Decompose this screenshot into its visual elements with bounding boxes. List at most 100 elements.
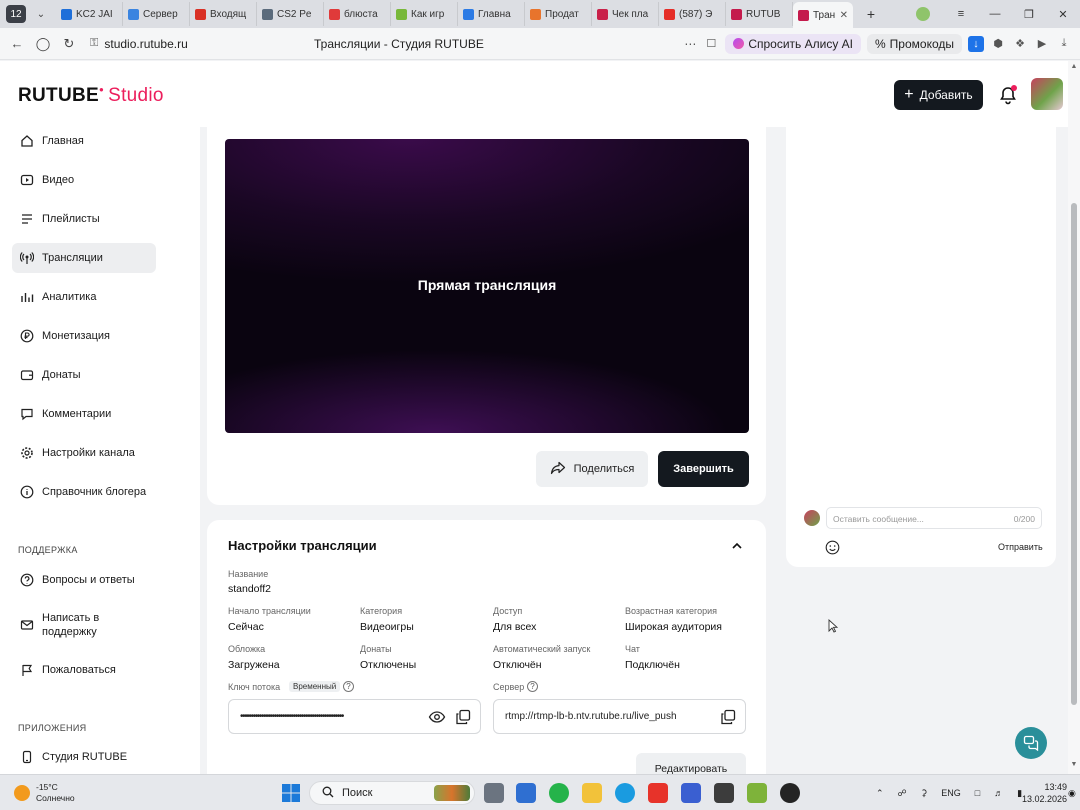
- edge-browser-icon[interactable]: [615, 783, 635, 803]
- support-chat-button[interactable]: [1015, 727, 1047, 759]
- notification-center-icon[interactable]: ◉: [1068, 788, 1076, 799]
- donate-value: Отключены: [360, 659, 417, 671]
- reload-icon[interactable]: ↻: [56, 36, 82, 52]
- sidebar-item-label: Главная: [42, 135, 84, 147]
- scroll-up-icon[interactable]: ▲: [1068, 63, 1080, 70]
- url-field[interactable]: ⚿ studio.rutube.ru: [90, 37, 188, 51]
- eye-icon[interactable]: [428, 709, 446, 725]
- taskbar-clock[interactable]: 13:49 13.02.2026: [1022, 781, 1067, 805]
- chevron-up-icon[interactable]: [730, 539, 744, 553]
- media-extension-icon[interactable]: ▶: [1034, 36, 1050, 52]
- sidebar-item-comments[interactable]: Комментарии: [12, 399, 156, 429]
- sidebar-item-home[interactable]: Главная: [12, 126, 156, 156]
- bookmark-icon[interactable]: ☐: [703, 36, 719, 52]
- volume-icon[interactable]: ♬: [994, 788, 1003, 798]
- profile-icon[interactable]: [916, 7, 930, 21]
- file-explorer-icon[interactable]: [582, 783, 602, 803]
- stream-player[interactable]: Прямая трансляция: [225, 139, 749, 433]
- browser-tab[interactable]: Главна: [458, 2, 525, 26]
- server-url-field[interactable]: rtmp://rtmp-lb-b.ntv.rutube.ru/live_push: [493, 699, 746, 734]
- notifications-bell-icon[interactable]: [998, 85, 1018, 105]
- monitor-icon[interactable]: □: [975, 788, 980, 798]
- scrollbar-thumb[interactable]: [1071, 203, 1077, 705]
- sidebar-item-donations[interactable]: Донаты: [12, 360, 156, 390]
- puzzle-extension-icon[interactable]: ❖: [1012, 36, 1028, 52]
- obs-icon[interactable]: [780, 783, 800, 803]
- sidebar-item-video[interactable]: Видео: [12, 165, 156, 195]
- taskbar-app-green-icon[interactable]: [747, 783, 767, 803]
- ask-alice-button[interactable]: Спросить Алису AI: [725, 33, 861, 54]
- cube-extension-icon[interactable]: ⬢: [990, 36, 1006, 52]
- browser-tab[interactable]: Продат: [525, 2, 592, 26]
- sidebar-item-faq[interactable]: Вопросы и ответы: [12, 565, 156, 595]
- address-bar: ← ◯ ↻ ⚿ studio.rutube.ru Трансляции - Ст…: [0, 28, 1080, 60]
- stream-key-field[interactable]: ••••••••••••••••••••••••••••••••••••••••…: [228, 699, 481, 734]
- sidebar-item-blogger-guide[interactable]: Справочник блогера: [12, 477, 156, 507]
- more-dots-icon[interactable]: ⋯: [684, 37, 697, 51]
- restore-icon[interactable]: ❐: [1012, 8, 1046, 21]
- sidebar-item-analytics[interactable]: Аналитика: [12, 282, 156, 312]
- tray-chevron-icon[interactable]: ⌃: [876, 788, 884, 799]
- sidebar-item-playlists[interactable]: Плейлисты: [12, 204, 156, 234]
- percent-icon: %: [875, 36, 886, 51]
- close-window-icon[interactable]: ✕: [1046, 8, 1080, 21]
- whatsapp-icon[interactable]: [549, 783, 569, 803]
- browser-tab[interactable]: блюста: [324, 2, 391, 26]
- browser-tab[interactable]: KC2 JAI: [56, 2, 123, 26]
- chat-message-input[interactable]: Оставить сообщение... 0/200: [826, 507, 1042, 529]
- close-tab-icon[interactable]: ✕: [840, 10, 848, 21]
- phone-icon: [20, 750, 34, 764]
- promo-codes-button[interactable]: % Промокоды: [867, 33, 962, 54]
- tab-counter-badge[interactable]: 12: [6, 5, 26, 23]
- network-off-icon[interactable]: ☍: [898, 788, 907, 799]
- info-icon: [20, 485, 34, 499]
- sidebar-item-monetization[interactable]: Монетизация: [12, 321, 156, 351]
- yandex-logo-icon[interactable]: ◯: [30, 36, 56, 52]
- weather-widget[interactable]: -15°C Солнечно: [14, 782, 75, 803]
- taskbar-app-dark-icon[interactable]: [714, 783, 734, 803]
- share-button[interactable]: Поделиться: [536, 451, 648, 487]
- copy-server-icon[interactable]: [720, 709, 736, 725]
- taskbar-search[interactable]: Поиск: [309, 781, 475, 805]
- back-arrow-icon[interactable]: ←: [4, 36, 30, 51]
- server-help-icon[interactable]: ?: [527, 681, 538, 692]
- rutube-studio-logo[interactable]: RUTUBE● Studio: [18, 85, 164, 107]
- video-icon: [20, 173, 34, 187]
- taskbar-app-blue-icon[interactable]: [681, 783, 701, 803]
- browser-tab[interactable]: RUTUB: [726, 2, 793, 26]
- new-tab-plus-icon[interactable]: +: [861, 4, 881, 24]
- end-stream-button[interactable]: Завершить: [658, 451, 749, 487]
- browser-tab[interactable]: CS2 Pe: [257, 2, 324, 26]
- emoji-icon[interactable]: [825, 540, 840, 555]
- language-indicator[interactable]: ENG: [941, 788, 961, 798]
- user-avatar[interactable]: [1031, 78, 1063, 110]
- sidebar-item-rutube-studio-app[interactable]: Студия RUTUBE: [12, 742, 156, 772]
- browser-tab[interactable]: Входящ: [190, 2, 257, 26]
- scroll-down-icon[interactable]: ▼: [1068, 761, 1080, 768]
- send-button[interactable]: Отправить: [998, 542, 1043, 552]
- microphone-icon[interactable]: ⚳: [921, 788, 928, 799]
- sidebar-item-report[interactable]: Пожаловаться: [12, 655, 156, 685]
- active-browser-tab[interactable]: Тран ✕: [793, 2, 853, 28]
- download-extension-icon[interactable]: ↓: [968, 35, 984, 52]
- yandex-browser-icon[interactable]: [648, 783, 668, 803]
- downloads-icon[interactable]: ⤓: [1056, 36, 1072, 52]
- page-scrollbar[interactable]: ▲ ▼: [1068, 61, 1080, 774]
- access-value: Для всех: [493, 621, 537, 633]
- key-help-icon[interactable]: ?: [343, 681, 354, 692]
- windows-start-icon[interactable]: [281, 783, 301, 803]
- taskbar-app-icon[interactable]: [516, 783, 536, 803]
- copy-key-icon[interactable]: [455, 709, 471, 725]
- add-button[interactable]: + Добавить: [894, 80, 983, 110]
- browser-tab[interactable]: Сервер: [123, 2, 190, 26]
- sidebar-item-contact-support[interactable]: Написать в поддержку: [12, 608, 156, 642]
- browser-tab[interactable]: Как игр: [391, 2, 458, 26]
- browser-tab[interactable]: Чек пла: [592, 2, 659, 26]
- menu-icon[interactable]: ≡: [944, 8, 978, 20]
- sidebar-item-streams[interactable]: Трансляции: [12, 243, 156, 273]
- sidebar-item-channel-settings[interactable]: Настройки канала: [12, 438, 156, 468]
- browser-tab[interactable]: (587) Э: [659, 2, 726, 26]
- task-view-icon[interactable]: [484, 783, 504, 803]
- tab-list-chevron-icon[interactable]: ⌄: [32, 5, 50, 23]
- minimize-icon[interactable]: —: [978, 8, 1012, 20]
